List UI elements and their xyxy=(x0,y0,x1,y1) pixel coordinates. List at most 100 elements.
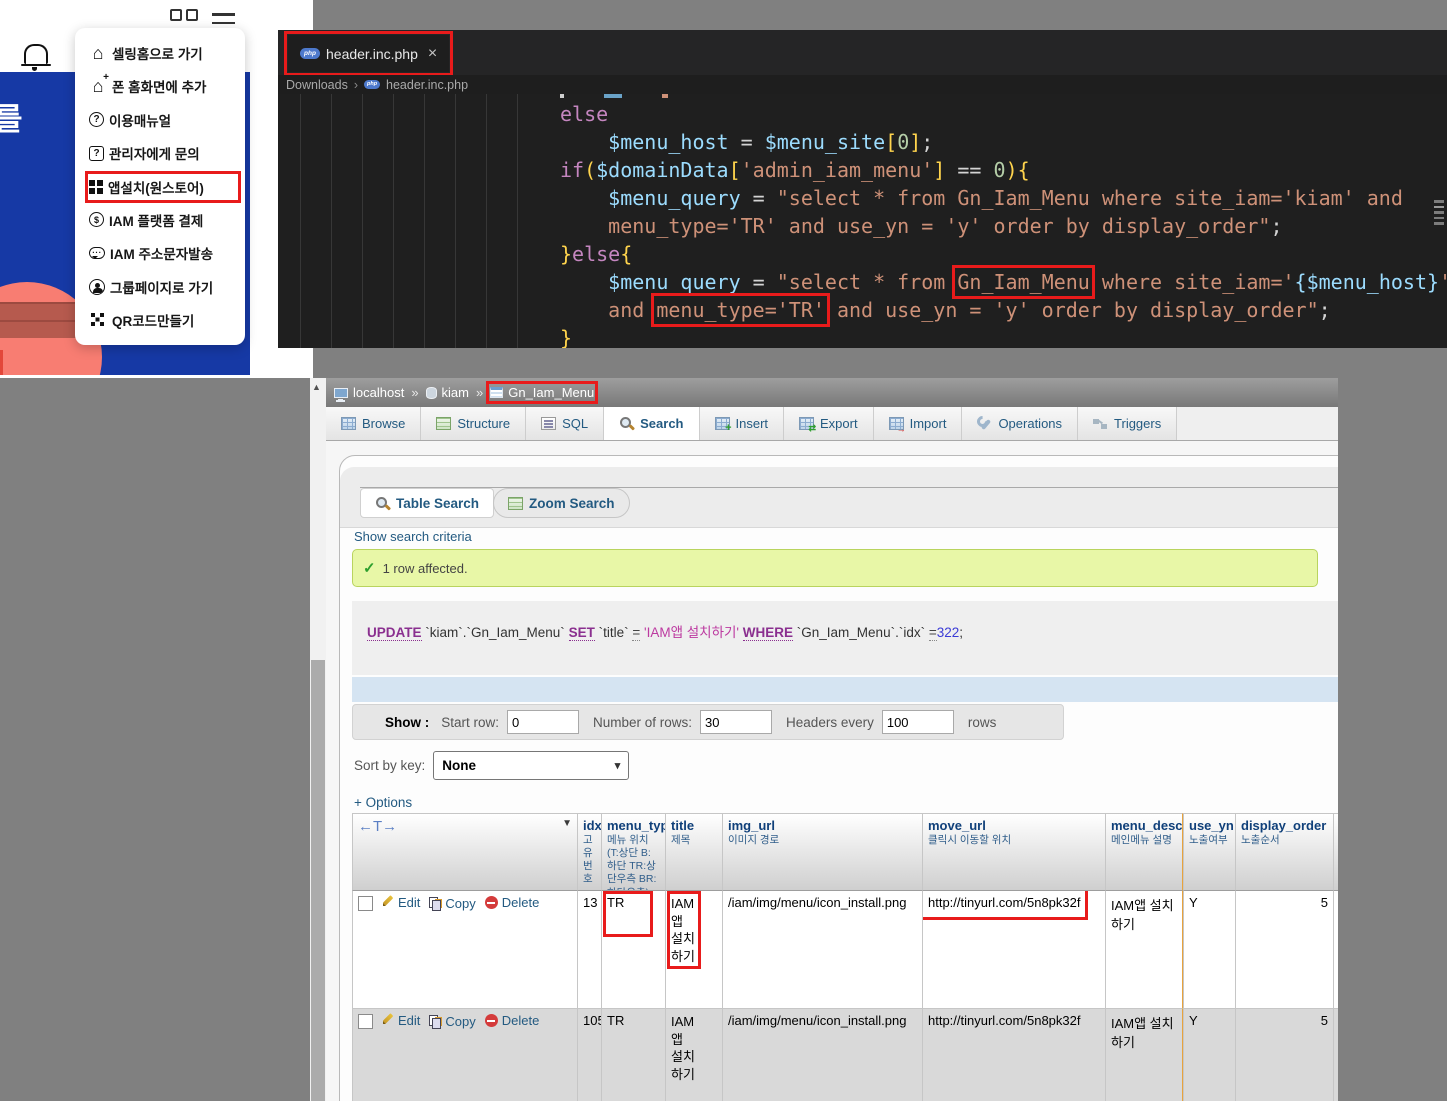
tab-export[interactable]: Export xyxy=(784,407,874,440)
column-header-display_order[interactable]: display_order노출순서 xyxy=(1235,813,1333,891)
cell-idx: 105 xyxy=(577,1009,601,1101)
sort-select[interactable]: None ▾ xyxy=(433,751,629,780)
scrollbar-thumb[interactable] xyxy=(311,660,325,1101)
tab-label: Import xyxy=(910,416,947,431)
menu-item[interactable]: 관리자에게 문의 xyxy=(89,141,237,165)
title-value: IAM앱 설치하기 xyxy=(671,895,697,965)
php-file-icon: php xyxy=(364,80,380,89)
tab-insert[interactable]: Insert xyxy=(700,407,785,440)
column-name: move_url xyxy=(928,818,1100,833)
sort-caret-icon[interactable]: ▼ xyxy=(562,818,572,829)
breadcrumb-separator: » xyxy=(476,385,483,400)
num-rows-input[interactable] xyxy=(700,710,772,734)
chevron-right-icon: › xyxy=(354,78,358,92)
code-token: [ xyxy=(885,130,897,154)
menu-item[interactable]: IAM 플랫폼 결제 xyxy=(89,208,237,232)
show-label: Show : xyxy=(385,715,429,730)
column-header-move_url[interactable]: move_url클릭시 이동할 위치 xyxy=(922,813,1105,891)
code-token: == xyxy=(945,158,993,182)
menu-item[interactable]: 그룹페이지로 가기 xyxy=(89,275,237,299)
tab-sql[interactable]: SQL xyxy=(526,407,604,440)
scroll-up-icon[interactable]: ▲ xyxy=(312,382,321,392)
column-header-use_yn[interactable]: use_yn노출여부 xyxy=(1183,813,1235,891)
indent-guide xyxy=(300,94,301,348)
delete-link[interactable]: Delete xyxy=(485,895,540,910)
editor-tab-label: header.inc.php xyxy=(326,46,418,62)
delete-link[interactable]: Delete xyxy=(485,1013,540,1028)
insert-icon xyxy=(715,417,730,430)
tab-table-search[interactable]: Table Search xyxy=(360,488,494,518)
start-row-label: Start row: xyxy=(441,715,499,730)
start-row-input[interactable] xyxy=(507,710,579,734)
table-header-row: ←T→ ▼ idx고유 번호menu_type메뉴 위치(T:상단 B:하단 TR:… xyxy=(352,813,1338,891)
pencil-icon xyxy=(381,1014,394,1027)
code-token: ] xyxy=(909,130,921,154)
action-label: Edit xyxy=(398,895,420,910)
menu-item[interactable]: QR코드만들기 xyxy=(89,308,237,332)
code-token: { xyxy=(620,242,632,266)
tab-structure[interactable]: Structure xyxy=(421,407,526,440)
breadcrumb-separator: » xyxy=(411,385,418,400)
code-area[interactable]: else $menu_host = $menu_site[0];if($doma… xyxy=(278,94,1447,348)
indent-guide xyxy=(393,94,394,348)
bell-icon[interactable] xyxy=(24,44,48,64)
row-checkbox[interactable] xyxy=(358,1014,373,1029)
code-token: $menu_site xyxy=(765,130,885,154)
copy-link[interactable]: Copy xyxy=(429,1014,475,1029)
tab-operations[interactable]: Operations xyxy=(962,407,1078,440)
column-header-idx[interactable]: idx고유 번호 xyxy=(577,813,601,891)
column-header-menu_type[interactable]: menu_type메뉴 위치(T:상단 B:하단 TR:상단우측 BR:하단우측… xyxy=(601,813,665,891)
column-header-nav[interactable]: ←T→ ▼ xyxy=(352,813,577,891)
menu-item[interactable]: 폰 홈화면에 추가 xyxy=(89,74,237,98)
apps-icon[interactable] xyxy=(170,9,198,21)
sql-token: `Gn_Iam_Menu`.`idx` xyxy=(793,625,929,640)
breadcrumb-server[interactable]: localhost xyxy=(334,385,404,400)
sql-token: = xyxy=(929,625,937,641)
column-header-img_url[interactable]: img_url이미지 경로 xyxy=(722,813,922,891)
editor-breadcrumb[interactable]: Downloads › php header.inc.php xyxy=(278,75,1447,94)
breadcrumb-database[interactable]: kiam xyxy=(426,385,469,400)
editor-tabbar: php header.inc.php × xyxy=(278,30,1447,75)
code-line: $menu_query = "select * from Gn_Iam_Menu… xyxy=(560,184,1447,212)
column-name: menu_type xyxy=(607,818,660,833)
breadcrumb-file[interactable]: header.inc.php xyxy=(386,78,468,92)
menu-item-label: 폰 홈화면에 추가 xyxy=(112,76,206,96)
options-link[interactable]: + Options xyxy=(354,795,412,810)
close-tab-icon[interactable]: × xyxy=(428,46,437,62)
sql-icon xyxy=(541,417,556,430)
menu-item[interactable]: 셀링홈으로 가기 xyxy=(89,41,237,65)
breadcrumb-folder[interactable]: Downloads xyxy=(286,78,348,92)
tab-search[interactable]: Search xyxy=(604,407,699,440)
vertical-scrollbar[interactable]: ▲ xyxy=(310,378,326,1101)
nav-arrows[interactable]: ←T→ xyxy=(358,818,397,835)
menu-item-label: 앱설치(원스토어) xyxy=(108,177,204,197)
decor-line xyxy=(0,350,3,375)
copy-link[interactable]: Copy xyxy=(429,896,475,911)
indent-guide xyxy=(517,94,518,348)
code-token: else xyxy=(572,242,620,266)
tab-browse[interactable]: Browse xyxy=(326,407,421,440)
show-search-criteria-link[interactable]: Show search criteria xyxy=(354,529,472,544)
cell-extra: w xyxy=(1333,1009,1338,1101)
delete-icon xyxy=(485,896,498,909)
edit-link[interactable]: Edit xyxy=(381,895,420,910)
hamburger-menu-icon[interactable] xyxy=(212,13,235,24)
row-checkbox[interactable] xyxy=(358,896,373,911)
code-lines: else $menu_host = $menu_site[0];if($doma… xyxy=(560,100,1447,348)
column-header-menu_desc[interactable]: menu_desc메인메뉴 설명 xyxy=(1105,813,1183,891)
menu-item[interactable]: 앱설치(원스토어) xyxy=(89,175,237,199)
menu-item[interactable]: 이용매뉴얼 xyxy=(89,108,237,132)
headers-input[interactable] xyxy=(882,710,954,734)
editor-tab[interactable]: php header.inc.php × xyxy=(288,35,449,72)
scrollbar-marks xyxy=(1434,200,1444,225)
menu-item[interactable]: IAM 주소문자발송 xyxy=(89,241,237,265)
tab-zoom-search[interactable]: Zoom Search xyxy=(493,488,630,518)
column-header-extra[interactable]: s xyxy=(1333,813,1338,891)
tab-import[interactable]: Import xyxy=(874,407,963,440)
indent-guide xyxy=(331,94,332,348)
code-token: [ xyxy=(729,158,741,182)
tab-triggers[interactable]: Triggers xyxy=(1078,407,1177,440)
breadcrumb-table[interactable]: Gn_Iam_Menu xyxy=(490,385,594,400)
column-header-title[interactable]: title제목 xyxy=(665,813,722,891)
edit-link[interactable]: Edit xyxy=(381,1013,420,1028)
